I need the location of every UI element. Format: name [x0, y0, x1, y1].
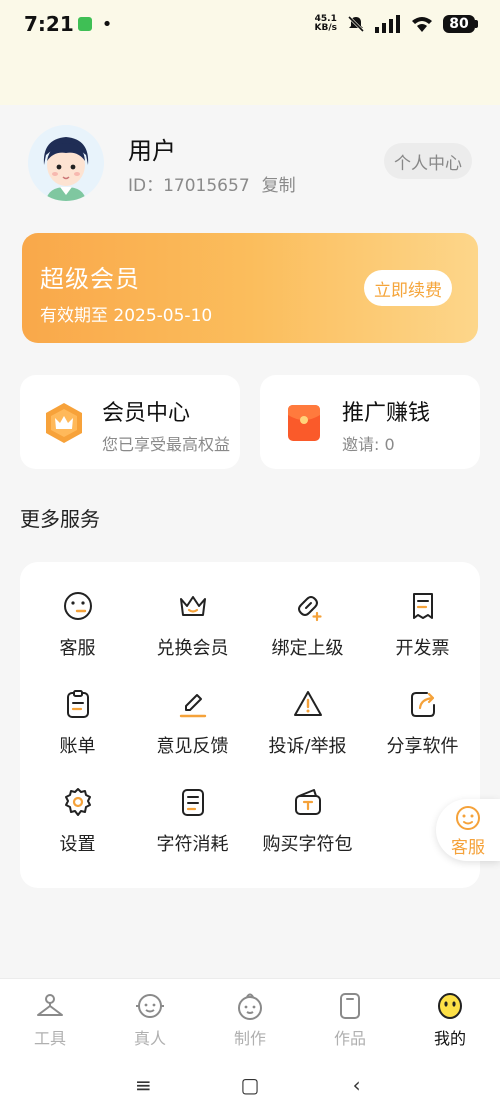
- service-bill[interactable]: 账单: [20, 688, 135, 778]
- service-label: 绑定上级: [271, 638, 344, 659]
- mute-bell-icon: [347, 15, 365, 33]
- services-grid: 客服 兑换会员 绑定上级 开发票 账单 意见反馈 投诉/举报 分享软件 设置 字…: [20, 562, 480, 888]
- tab-label: 我的: [433, 1029, 466, 1048]
- service-label: 字符消耗: [156, 834, 229, 855]
- network-speed-unit: KB/s: [314, 23, 337, 33]
- share-icon: [410, 692, 435, 717]
- baby-face-icon: [238, 993, 262, 1020]
- battery-indicator: 80: [443, 15, 478, 33]
- service-label: 设置: [59, 834, 96, 855]
- member-center-subtitle: 您已享受最高权益: [102, 435, 231, 454]
- red-envelope-icon: [288, 405, 320, 441]
- tab-works[interactable]: 作品: [300, 979, 400, 1058]
- service-character-usage[interactable]: 字符消耗: [135, 786, 250, 876]
- user-id: ID：17015657: [128, 176, 250, 196]
- smile-face-icon: [456, 806, 480, 830]
- service-bind-superior[interactable]: 绑定上级: [250, 590, 365, 680]
- tab-label: 工具: [33, 1029, 66, 1048]
- floating-service-label: 客服: [451, 838, 485, 858]
- member-center-title: 会员中心: [102, 401, 191, 426]
- service-label: 客服: [59, 638, 96, 659]
- clipboard-icon: [66, 690, 89, 718]
- smile-face-icon: [63, 592, 92, 620]
- tab-tools[interactable]: 工具: [0, 979, 100, 1058]
- hanger-icon: [37, 994, 63, 1016]
- signal-icon: [375, 15, 400, 33]
- service-customer-support[interactable]: 客服: [20, 590, 135, 680]
- phone-card-icon: [340, 993, 360, 1019]
- back-button[interactable]: ‹: [337, 1073, 377, 1097]
- status-bar: 7:21 • 45.1 KB/s 80: [0, 0, 500, 48]
- profile-header: 用户 ID：17015657 复制 个人中心: [28, 125, 478, 205]
- service-buy-character-pack[interactable]: 购买字符包: [250, 786, 365, 876]
- service-label: 开发票: [395, 638, 450, 659]
- notification-dot-icon: •: [101, 13, 113, 35]
- battery-level: 80: [443, 15, 475, 33]
- yellow-face-icon: [438, 993, 462, 1019]
- promote-earn-title: 推广赚钱: [342, 401, 431, 426]
- tab-real-person[interactable]: 真人: [100, 979, 200, 1058]
- home-button[interactable]: ▢: [230, 1073, 270, 1097]
- service-label: 意见反馈: [156, 736, 229, 757]
- tab-label: 制作: [233, 1029, 266, 1048]
- receipt-icon: [412, 593, 433, 619]
- service-settings[interactable]: 设置: [20, 786, 135, 876]
- network-speed: 45.1 KB/s: [315, 15, 337, 33]
- face-icon: [136, 994, 164, 1018]
- service-share-app[interactable]: 分享软件: [365, 688, 480, 778]
- service-label: 投诉/举报: [268, 736, 347, 757]
- service-complaint-report[interactable]: 投诉/举报: [250, 688, 365, 778]
- warning-icon: [293, 691, 322, 716]
- promote-earn-subtitle: 邀请: 0: [342, 435, 395, 454]
- wifi-icon: [412, 17, 432, 32]
- floating-customer-service-button[interactable]: 客服: [436, 799, 500, 861]
- vip-expiry: 有效期至 2025-05-10: [40, 306, 213, 326]
- service-redeem-membership[interactable]: 兑换会员: [135, 590, 250, 680]
- tab-label: 作品: [333, 1029, 366, 1048]
- gear-icon: [64, 788, 91, 816]
- system-navigation-bar: ≡ ▢ ‹: [0, 1058, 500, 1111]
- username: 用户: [128, 137, 176, 165]
- menu-button[interactable]: ≡: [123, 1073, 163, 1097]
- tab-mine[interactable]: 我的: [400, 979, 500, 1058]
- tab-label: 真人: [133, 1029, 166, 1048]
- service-label: 分享软件: [386, 736, 459, 757]
- copy-id-button[interactable]: 复制: [262, 171, 296, 196]
- service-label: 购买字符包: [262, 834, 353, 855]
- service-invoice[interactable]: 开发票: [365, 590, 480, 680]
- crown-hexagon-icon: [46, 403, 82, 443]
- link-add-icon: [297, 596, 322, 622]
- wallet-icon: [294, 789, 321, 815]
- tab-create[interactable]: 制作: [200, 979, 300, 1058]
- service-label: 账单: [59, 736, 96, 757]
- user-id-row: ID：17015657 复制: [128, 171, 296, 196]
- notification-app-icon: [77, 17, 92, 31]
- status-time: 7:21: [24, 12, 74, 36]
- personal-center-button[interactable]: 个人中心: [384, 143, 472, 179]
- member-center-card[interactable]: 会员中心 您已享受最高权益: [20, 375, 240, 469]
- bottom-tab-bar: 工具 真人 制作 作品 我的: [0, 978, 500, 1058]
- more-services-title: 更多服务: [20, 507, 100, 531]
- service-label: 兑换会员: [156, 638, 229, 659]
- service-feedback[interactable]: 意见反馈: [135, 688, 250, 778]
- pencil-icon: [179, 694, 206, 718]
- promote-earn-card[interactable]: 推广赚钱 邀请: 0: [260, 375, 480, 469]
- renew-button[interactable]: 立即续费: [364, 270, 452, 306]
- crown-icon: [179, 596, 206, 616]
- document-icon: [181, 789, 204, 816]
- avatar[interactable]: [28, 125, 104, 201]
- avatar-illustration-icon: [28, 125, 104, 201]
- vip-membership-card[interactable]: 超级会员 有效期至 2025-05-10 立即续费: [22, 233, 478, 343]
- vip-title: 超级会员: [40, 265, 140, 293]
